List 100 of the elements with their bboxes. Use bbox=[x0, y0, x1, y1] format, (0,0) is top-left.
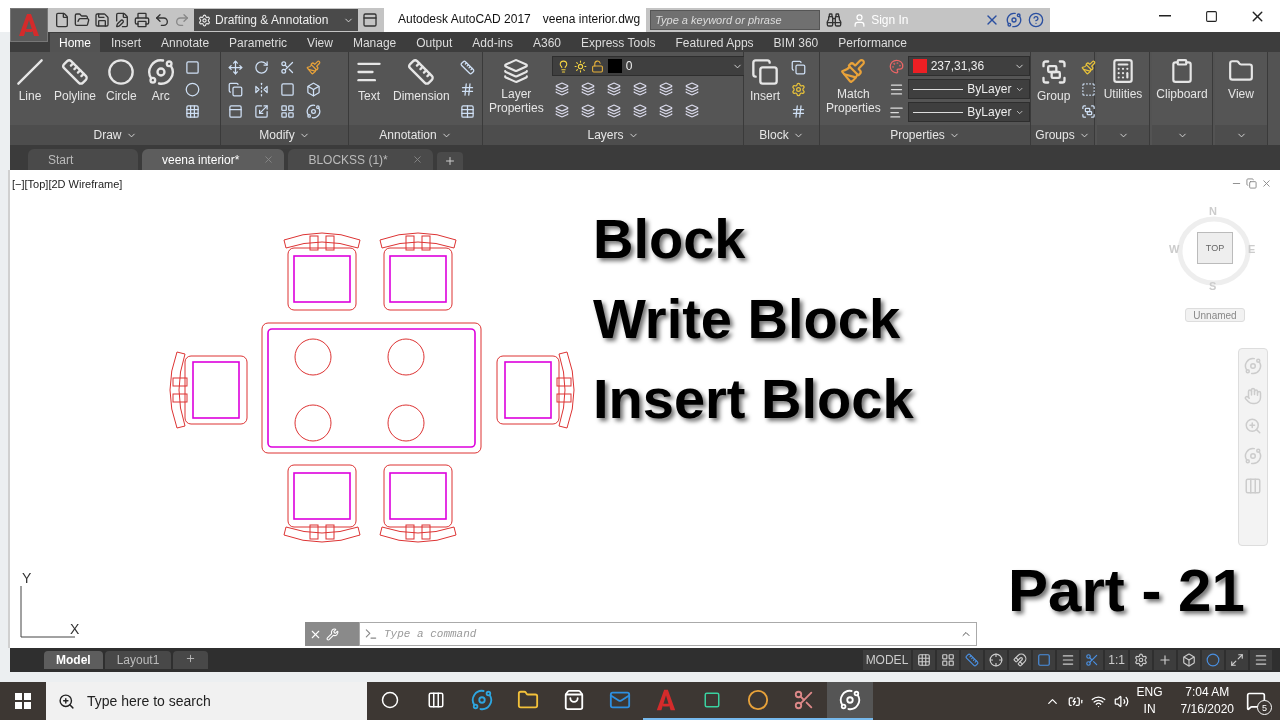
axis-label: X bbox=[70, 621, 80, 637]
panel-title[interactable]: Properties bbox=[890, 128, 945, 142]
new-tab-button[interactable] bbox=[436, 152, 463, 170]
heading-text: Insert Block bbox=[593, 366, 914, 431]
line-icon bbox=[16, 58, 44, 86]
file-name: veena interior.dwg bbox=[542, 11, 641, 26]
lineweight-dropdown[interactable]: ByLayer bbox=[907, 79, 1030, 99]
ribbon-tool[interactable]: Polyline bbox=[52, 56, 99, 105]
window-title: Autodesk AutoCAD 2017 bbox=[398, 11, 531, 26]
panel-title[interactable]: Modify bbox=[259, 128, 295, 142]
ribbon-tool[interactable]: Insert bbox=[748, 56, 782, 105]
ribbon-tab[interactable]: Home bbox=[50, 33, 100, 52]
ortho-icon bbox=[965, 653, 980, 667]
ribbon-tool[interactable]: Layer Properties bbox=[487, 56, 546, 120]
layer-tool-icon bbox=[554, 104, 569, 118]
ribbon-tab[interactable]: Annotate bbox=[152, 33, 219, 52]
lineweight-button[interactable] bbox=[1057, 650, 1080, 670]
scale-icon bbox=[253, 103, 269, 119]
ribbon-tool[interactable]: Circle bbox=[104, 56, 139, 105]
showmotion-icon bbox=[1244, 477, 1262, 495]
trim-icon bbox=[279, 59, 295, 75]
logo-icon bbox=[654, 688, 678, 712]
ribbon-tab[interactable]: Manage bbox=[343, 33, 406, 52]
clipboard-icon bbox=[1169, 58, 1195, 84]
ribbon-tab[interactable]: Insert bbox=[102, 33, 151, 52]
panel-title[interactable]: Layers bbox=[587, 128, 624, 142]
file-tab[interactable]: Start bbox=[28, 149, 138, 170]
ribbon-tab[interactable]: A360 bbox=[524, 33, 570, 52]
linetype-dropdown[interactable]: ByLayer bbox=[907, 102, 1030, 122]
maximize-icon bbox=[1204, 9, 1218, 23]
color-swatch bbox=[607, 59, 622, 73]
match-properties-icon bbox=[840, 58, 867, 84]
layer-tool-icon bbox=[684, 82, 699, 96]
ribbon-tab[interactable]: Performance bbox=[829, 33, 916, 52]
viewport-controls[interactable]: [−][Top][2D Wireframe] bbox=[12, 178, 123, 190]
ribbon-tool[interactable]: Group bbox=[1035, 56, 1073, 105]
move-icon bbox=[227, 59, 243, 75]
sun-icon bbox=[573, 59, 587, 73]
gear-icon bbox=[1134, 653, 1148, 667]
hardware-button[interactable] bbox=[1202, 650, 1224, 670]
viewcube-face[interactable]: TOP bbox=[1197, 232, 1233, 264]
osnap-button[interactable] bbox=[1009, 650, 1032, 670]
ribbon-tab[interactable]: Express Tools bbox=[572, 33, 665, 52]
layout-tab[interactable]: Layout1 bbox=[104, 651, 172, 669]
clock-date[interactable]: 7/16/2020 bbox=[1180, 701, 1234, 718]
shapes-icon bbox=[1182, 653, 1196, 667]
ribbon-tool[interactable]: Match Properties bbox=[824, 56, 883, 117]
ribbon-tab[interactable]: Add-ins bbox=[463, 33, 522, 52]
ungroup-icon bbox=[1080, 59, 1096, 75]
model-space-button[interactable]: MODEL bbox=[862, 650, 912, 670]
panel-title[interactable]: Draw bbox=[93, 128, 122, 142]
ribbon-tab[interactable]: BIM 360 bbox=[764, 33, 828, 52]
clock-time[interactable]: 7:04 AM bbox=[1185, 684, 1230, 701]
notification-count: 5 bbox=[1257, 700, 1272, 715]
ribbon-tool[interactable]: Line bbox=[14, 56, 46, 105]
annotation-scale-button[interactable]: 1:1 bbox=[1105, 650, 1128, 670]
grid-button[interactable] bbox=[913, 650, 936, 670]
group-edit-icon bbox=[1080, 81, 1096, 97]
workspace-dropdown[interactable]: Drafting & Annotation bbox=[194, 9, 358, 31]
language-indicator[interactable]: ENG bbox=[1136, 684, 1163, 701]
ribbon-tab[interactable]: Featured Apps bbox=[666, 33, 763, 52]
taskbar-search-input[interactable]: Type here to search bbox=[85, 692, 367, 710]
layout-tab[interactable]: Model bbox=[44, 651, 103, 669]
add-button[interactable] bbox=[1154, 650, 1176, 670]
polar-button[interactable] bbox=[985, 650, 1008, 670]
ribbon-tab[interactable]: Output bbox=[407, 33, 462, 52]
ribbon-tool[interactable]: Text bbox=[353, 56, 385, 105]
folder-icon bbox=[1228, 58, 1254, 84]
taskbar-app[interactable] bbox=[827, 682, 873, 720]
array-icon bbox=[279, 103, 295, 119]
lineweight-icon bbox=[888, 81, 904, 97]
axis-label: Y bbox=[22, 570, 32, 586]
isolate-button[interactable] bbox=[1178, 650, 1200, 670]
ribbon-tool[interactable]: Arc bbox=[144, 56, 177, 105]
customize-button[interactable] bbox=[1250, 650, 1272, 670]
windows-icon bbox=[15, 693, 31, 709]
ribbon-tab[interactable]: View bbox=[298, 33, 342, 52]
taskbar-search[interactable]: Type here to search bbox=[46, 682, 367, 720]
prompt-icon bbox=[364, 627, 378, 641]
circle-icon bbox=[1206, 653, 1220, 667]
ortho-button[interactable] bbox=[961, 650, 984, 670]
search-field[interactable]: Type a keyword or phrase bbox=[650, 10, 821, 30]
settings-button[interactable] bbox=[1130, 650, 1152, 670]
clean-screen-button[interactable] bbox=[1226, 650, 1248, 670]
file-tab[interactable]: veena interior* bbox=[142, 149, 285, 170]
ribbon-tool[interactable]: Dimension bbox=[391, 56, 452, 105]
annotation-icon bbox=[1085, 653, 1100, 667]
ribbon-tab[interactable]: Parametric bbox=[220, 33, 297, 52]
edit-block-icon bbox=[790, 81, 806, 97]
snap-button[interactable] bbox=[937, 650, 960, 670]
file-tab[interactable]: BLOCKSS (1)* bbox=[288, 149, 433, 170]
linetype-icon bbox=[888, 104, 904, 120]
region-indicator[interactable]: IN bbox=[1143, 701, 1156, 718]
command-field[interactable]: Type a command bbox=[359, 622, 977, 646]
color-dropdown[interactable]: 237,31,36 bbox=[907, 56, 1030, 76]
polar-icon bbox=[989, 653, 1004, 667]
annotation-button[interactable] bbox=[1081, 650, 1104, 670]
object-snap-button[interactable] bbox=[1033, 650, 1056, 670]
layer-tool-icon bbox=[632, 82, 647, 96]
copy-icon bbox=[227, 81, 243, 97]
